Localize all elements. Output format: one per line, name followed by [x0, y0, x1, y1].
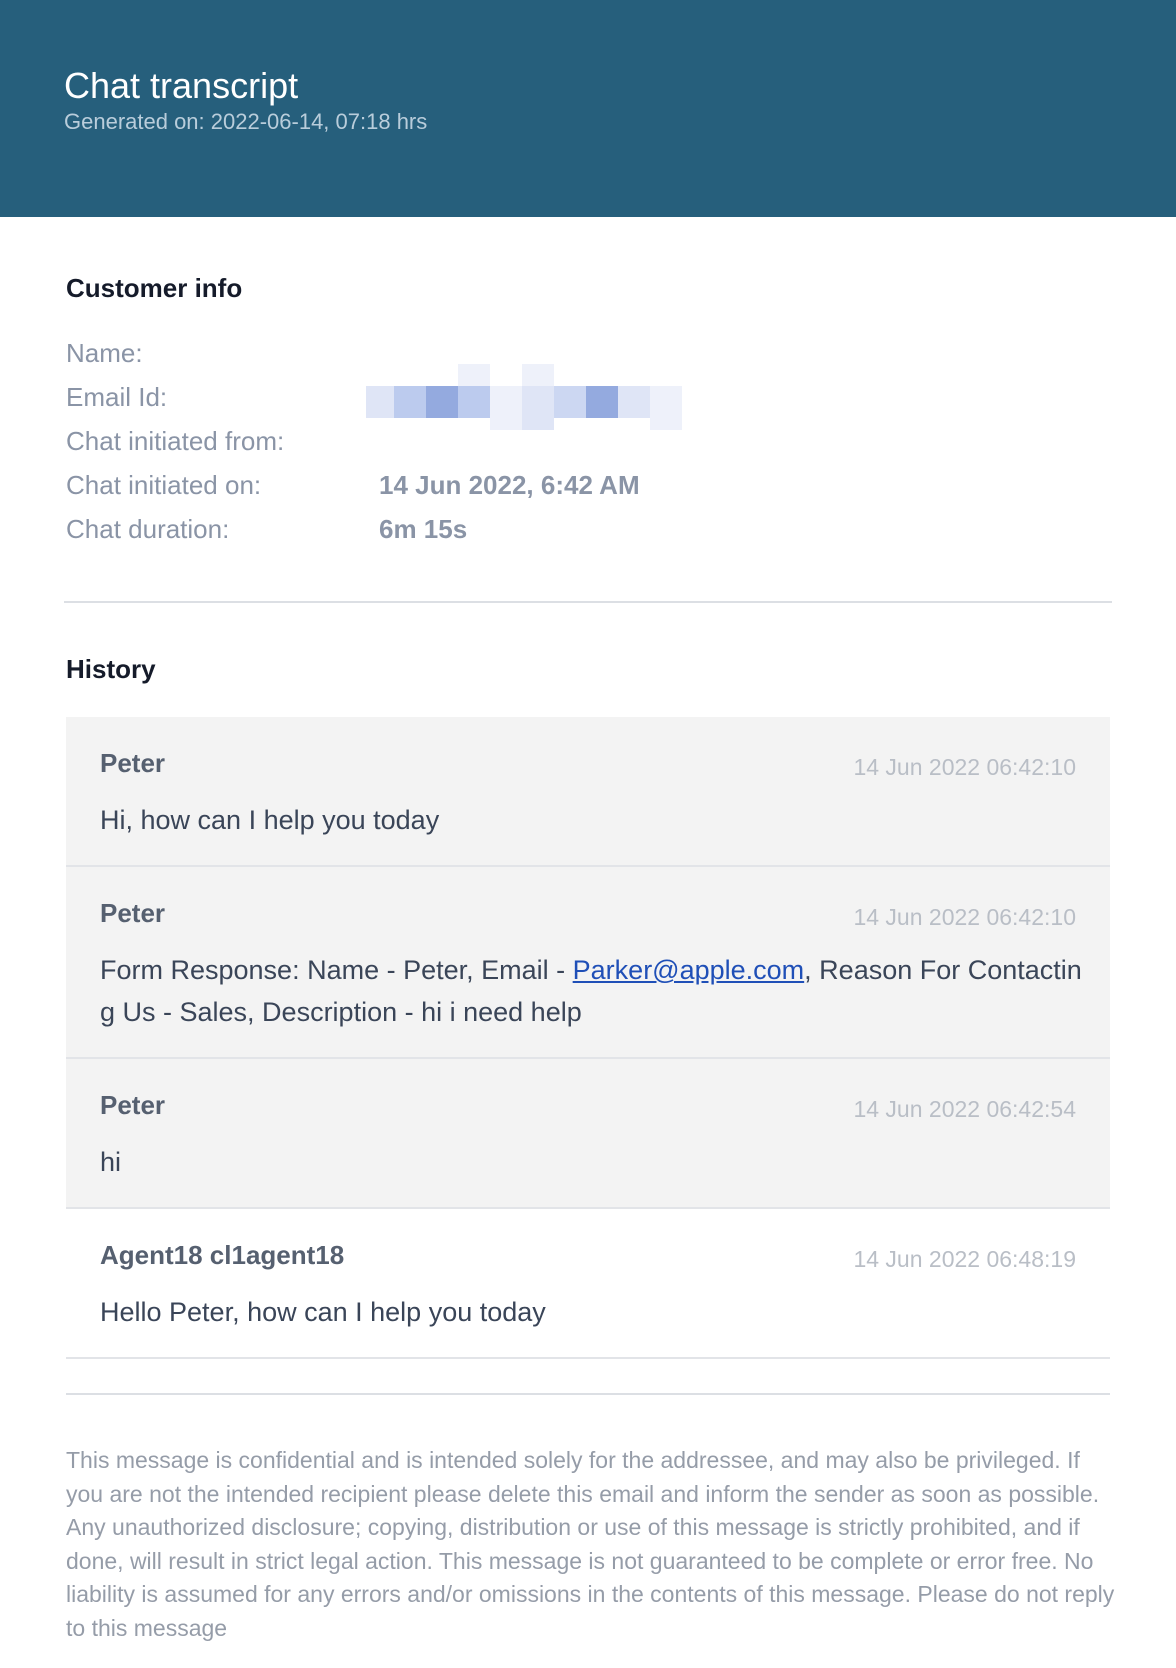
name-label: Name: — [66, 338, 143, 368]
chat-message: Agent18 cl1agent18 14 Jun 2022 06:48:19 … — [66, 1209, 1110, 1359]
message-text: Hello Peter, how can I help you today — [100, 1297, 546, 1327]
section-divider — [64, 601, 1112, 603]
message-author: Peter — [100, 898, 166, 928]
chat-initiated-from-label: Chat initiated from: — [66, 426, 285, 456]
message-text: hi — [100, 1147, 122, 1177]
chat-message: Peter 14 Jun 2022 06:42:54 hi — [66, 1059, 1110, 1209]
customer-info-heading: Customer info — [66, 273, 243, 303]
message-author: Peter — [100, 1090, 166, 1120]
header-banner: Chat transcript Generated on: 2022-06-14… — [0, 0, 1176, 217]
history-heading: History — [66, 654, 156, 684]
message-timestamp: 14 Jun 2022 06:48:19 — [853, 1246, 1076, 1272]
chat-message: Peter 14 Jun 2022 06:42:10 Hi, how can I… — [66, 717, 1110, 867]
message-text: Hi, how can I help you today — [100, 805, 440, 835]
message-timestamp: 14 Jun 2022 06:42:54 — [853, 1096, 1076, 1122]
message-text: Form Response: Name - Peter, Email - Par… — [100, 949, 1084, 1033]
chat-message: Peter 14 Jun 2022 06:42:10 Form Response… — [66, 867, 1110, 1059]
message-timestamp: 14 Jun 2022 06:42:10 — [853, 754, 1076, 780]
email-link[interactable]: Parker@apple.com — [573, 955, 805, 985]
chat-duration-value: 6m 15s — [379, 514, 468, 544]
chat-history: Peter 14 Jun 2022 06:42:10 Hi, how can I… — [66, 717, 1110, 1359]
email-label: Email Id: — [66, 382, 168, 412]
page-title: Chat transcript — [64, 65, 299, 106]
generated-timestamp: Generated on: 2022-06-14, 07:18 hrs — [64, 109, 428, 134]
message-author: Peter — [100, 748, 166, 778]
message-text-before: Form Response: Name - Peter, Email - — [100, 955, 573, 985]
chat-duration-label: Chat duration: — [66, 514, 230, 544]
chat-initiated-on-label: Chat initiated on: — [66, 470, 262, 500]
message-timestamp: 14 Jun 2022 06:42:10 — [853, 904, 1076, 930]
message-author: Agent18 cl1agent18 — [100, 1240, 345, 1270]
chat-initiated-on-value: 14 Jun 2022, 6:42 AM — [379, 470, 640, 500]
redacted-pixel-block — [366, 364, 682, 430]
confidentiality-disclaimer: This message is confidential and is inte… — [66, 1447, 1115, 1641]
footer-divider — [66, 1393, 1110, 1395]
